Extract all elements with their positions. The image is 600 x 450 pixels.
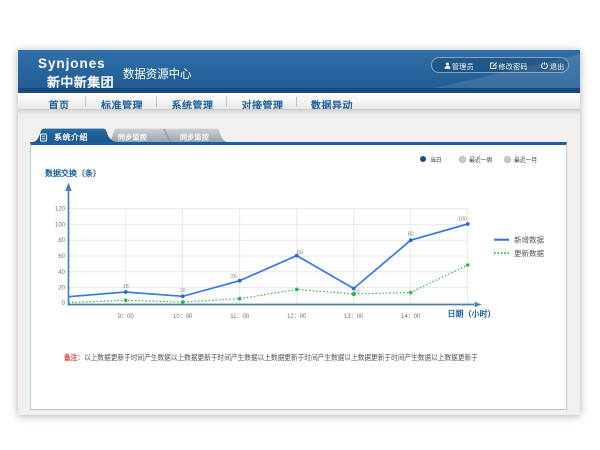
svg-text:20: 20 — [58, 286, 65, 292]
svg-text:11：00: 11：00 — [230, 314, 250, 320]
svg-text:100: 100 — [55, 222, 66, 228]
svg-text:120: 120 — [55, 207, 66, 213]
svg-text:数据交换（条）: 数据交换（条） — [45, 168, 101, 178]
svg-text:80: 80 — [58, 238, 65, 244]
svg-text:同步监控: 同步监控 — [180, 133, 209, 142]
svg-text:日期（小时）: 日期（小时） — [448, 309, 496, 319]
svg-text:0: 0 — [62, 301, 66, 307]
svg-text:同步监控: 同步监控 — [118, 133, 147, 142]
svg-text:10：00: 10：00 — [173, 314, 193, 320]
svg-text:9：00: 9：00 — [118, 314, 135, 320]
svg-text:100: 100 — [458, 217, 467, 223]
svg-text:13：00: 13：00 — [344, 314, 364, 320]
svg-text:35: 35 — [231, 274, 237, 280]
svg-text:新增数据: 新增数据 — [514, 235, 544, 245]
svg-text:系统介绍: 系统介绍 — [54, 132, 88, 142]
svg-text:14：00: 14：00 — [401, 314, 421, 320]
svg-text:60: 60 — [58, 254, 65, 260]
svg-text:12：00: 12：00 — [287, 314, 307, 320]
svg-text:18: 18 — [123, 284, 129, 290]
svg-text:更新数据: 更新数据 — [514, 248, 544, 258]
svg-text:60: 60 — [297, 250, 303, 256]
svg-text:10: 10 — [353, 290, 359, 296]
svg-text:10: 10 — [180, 288, 186, 294]
svg-text:40: 40 — [58, 270, 65, 276]
svg-text:80: 80 — [408, 232, 414, 238]
